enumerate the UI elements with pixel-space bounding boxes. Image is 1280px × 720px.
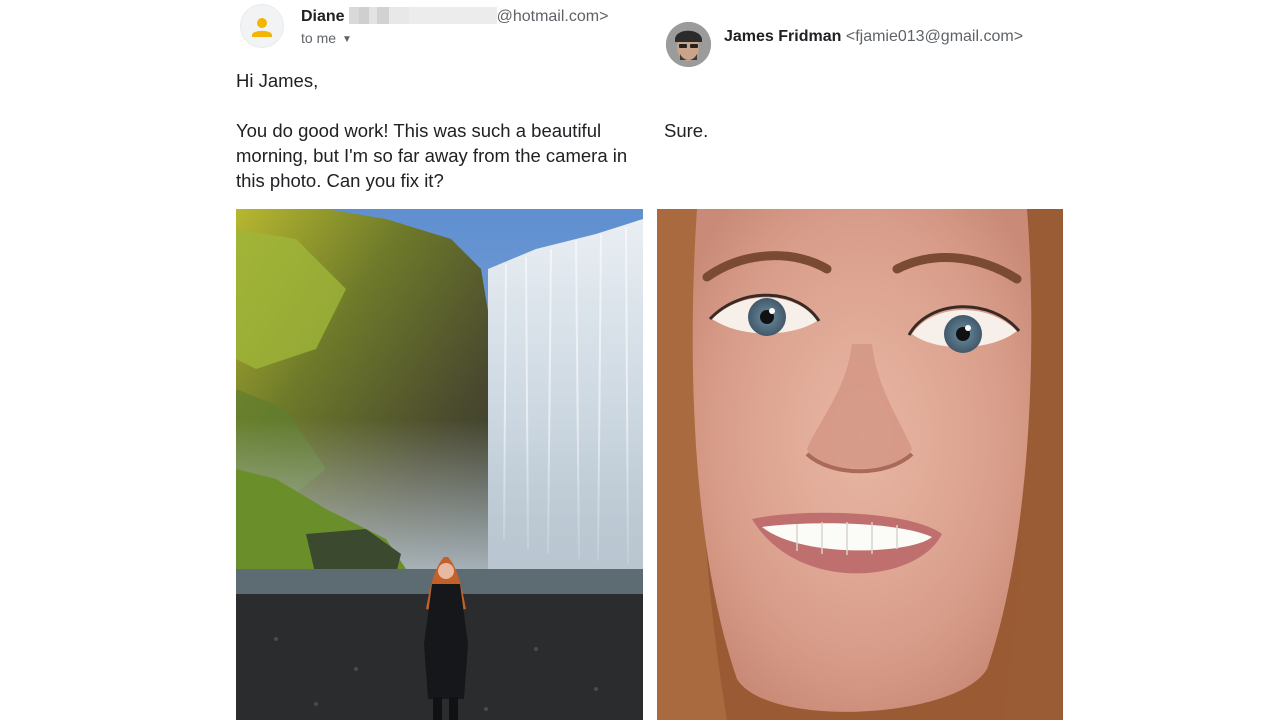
waterfall-photo[interactable] — [236, 209, 643, 720]
redacted-email-blur — [348, 7, 497, 24]
sender-line: Diane @hotmail.com> — [301, 7, 608, 26]
james-avatar[interactable] — [666, 22, 711, 67]
sender-name: James Fridman — [724, 28, 842, 45]
sender-email: <fjamie013@gmail.com> — [845, 28, 1024, 45]
caret-down-icon: ▼ — [342, 34, 352, 45]
sender-email-domain: @hotmail.com> — [496, 8, 609, 25]
email-greeting: Hi James, — [236, 70, 319, 91]
sender-name: Diane — [301, 8, 345, 25]
reply-body: Sure. — [664, 120, 709, 141]
sender-line: James Fridman <fjamie013@gmail.com> — [724, 28, 1023, 46]
diane-avatar[interactable] — [240, 4, 284, 48]
profile-photo-icon — [666, 22, 711, 67]
person-icon — [252, 18, 272, 37]
face-closeup-photo[interactable] — [657, 209, 1063, 720]
recipient-dropdown[interactable]: to me ▼ — [301, 30, 352, 46]
recipient-label: to me — [301, 30, 337, 46]
email-body: You do good work! This was such a beauti… — [236, 120, 628, 191]
